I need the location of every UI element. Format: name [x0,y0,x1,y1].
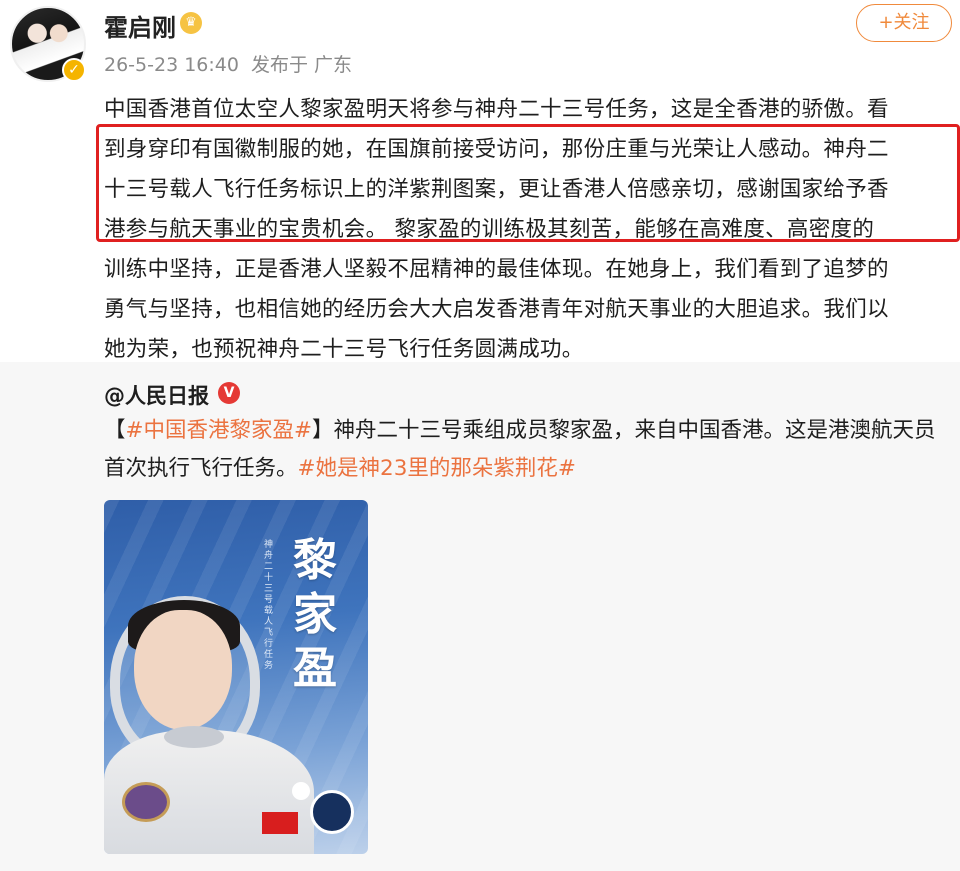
red-verified-icon: V [218,382,240,404]
bracket-open: 【 [104,418,126,443]
post-body: 中国香港首位太空人黎家盈明天将参与神舟二十三号任务，这是全香港的骄傲。看 到身穿… [104,90,954,370]
repost-line-1: 【#中国香港黎家盈#】神舟二十三号乘组成员黎家盈，来自中国香港。这是港澳航天员 [104,412,954,450]
poster-subtitle: 神舟二十三号载人飞行任务 [264,540,274,671]
flag-patch-icon [262,812,298,834]
hashtag-link[interactable]: #她是神23里的那朵紫荆花# [298,456,576,481]
repost-text-segment: 】神舟二十三号乘组成员黎家盈，来自中国香港。这是港澳航天员 [312,418,936,443]
mission-logo-icon [292,782,310,800]
post-line: 到身穿印有国徽制服的她，在国旗前接受访问，那份庄重与光荣让人感动。神舟二 [104,137,889,162]
hashtag-link[interactable]: #中国香港黎家盈# [126,418,313,443]
astronaut-poster-image[interactable]: 神舟二十三号载人飞行任务 黎家盈 [104,500,368,854]
timestamp: 26-5-23 16:40 [104,54,239,76]
reposted-card[interactable]: @人民日报 V 【#中国香港黎家盈#】神舟二十三号乘组成员黎家盈，来自中国香港。… [0,362,960,871]
repost-line-2: 首次执行飞行任务。#她是神23里的那朵紫荆花# [104,450,954,488]
repost-text-segment: 首次执行飞行任务。 [104,456,298,481]
post-line: 训练中坚持，正是香港人坚毅不屈精神的最佳体现。在她身上，我们看到了追梦的 [104,257,889,282]
post-header: ✓ 霍启刚 ♛ 26-5-23 16:40 发布于 广东 +关注 [0,0,960,90]
post-meta: 26-5-23 16:40 发布于 广东 [104,50,352,77]
published-location: 发布于 广东 [251,54,353,76]
username[interactable]: 霍启刚 [104,8,176,43]
suit-patch-icon [122,782,170,822]
post-line: 十三号载人飞行任务标识上的洋紫荆图案，更让香港人倍感亲切，感谢国家给予香 [104,177,889,202]
repost-body: 【#中国香港黎家盈#】神舟二十三号乘组成员黎家盈，来自中国香港。这是港澳航天员 … [104,412,954,488]
verified-badge-icon: ✓ [62,58,86,82]
post-line: 港参与航天事业的宝贵机会。 黎家盈的训练极其刻苦，能够在高难度、高密度的 [104,217,875,242]
repost-author[interactable]: @人民日报 [104,380,209,410]
suit-collar-shape [164,726,224,748]
follow-button[interactable]: +关注 [856,4,952,42]
mission-badge-icon [310,790,354,834]
vip-crown-icon[interactable]: ♛ [180,12,202,34]
post-line: 中国香港首位太空人黎家盈明天将参与神舟二十三号任务，这是全香港的骄傲。看 [104,97,889,122]
post-line: 勇气与坚持，也相信她的经历会大大启发香港青年对航天事业的大胆追求。我们以 [104,297,889,322]
face-shape [134,610,232,730]
poster-title: 黎家盈 [293,535,337,694]
